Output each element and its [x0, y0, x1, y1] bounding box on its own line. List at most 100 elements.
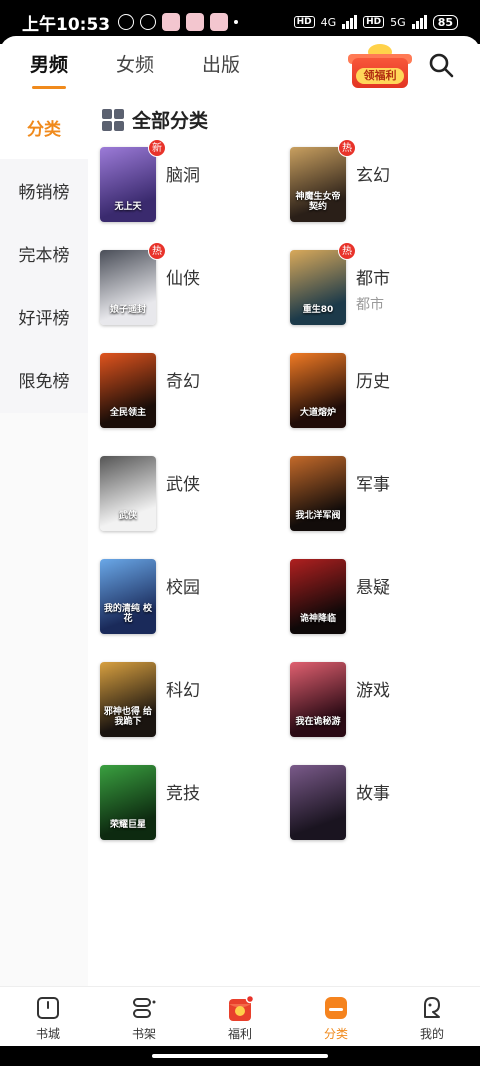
network-type-label: 5G [390, 15, 406, 29]
category-item[interactable]: 我在诡秘游 游戏 [290, 662, 470, 742]
nav-label: 福利 [227, 1027, 252, 1041]
tab-female[interactable]: 女频 [116, 50, 154, 77]
book-cover-image: 神魔生女帝 契约 [290, 147, 346, 222]
hd-icon: HD [363, 16, 385, 28]
nav-bookstore[interactable]: 书城 [0, 987, 96, 1046]
category-name: 校园 [166, 578, 200, 598]
status-time: 上午10:53 [22, 14, 111, 35]
category-item[interactable]: 我北洋军阀 军事 [290, 456, 470, 536]
status-right: HD 4G HD 5G 85 [293, 14, 458, 30]
category-name: 玄幻 [356, 166, 390, 186]
category-panel: 全部分类 无上天新脑洞 神魔生女帝 契约热玄幻 娘子遥封热仙侠 重生80 热都市 都市 全民… [88, 96, 480, 986]
sidebar-item-free[interactable]: 限免榜 [0, 348, 88, 411]
nav-welfare[interactable]: 福利 [192, 987, 288, 1046]
gift-envelope-icon [227, 994, 255, 1021]
battery-icon: 85 [432, 14, 458, 30]
nav-profile[interactable]: 我的 [384, 987, 480, 1046]
cover-title: 无上天 [114, 202, 142, 212]
category-name: 历史 [356, 372, 390, 392]
hd-icon: HD [293, 16, 315, 28]
screen: 上午10:53 HD 4G HD 5G 85 男频 女频 出版 领福利 分类 畅… [0, 0, 480, 1066]
category-badge: 热 [338, 139, 356, 157]
category-item[interactable]: 娘子遥封 热仙侠 [100, 242, 280, 330]
category-item[interactable]: 我的清纯 校花 校园 [100, 559, 280, 639]
category-item[interactable]: 故事 [290, 765, 470, 845]
category-item[interactable]: 诡神降临 悬疑 [290, 559, 470, 639]
cover-title: 重生80 [302, 305, 334, 315]
book-cover-image: 娘子遥封 [100, 250, 156, 325]
nav-label: 我的 [419, 1027, 444, 1041]
top-header: 男频 女频 出版 领福利 [0, 36, 480, 96]
category-item[interactable]: 荣耀巨星 竞技 [100, 765, 280, 845]
category-icon [323, 995, 349, 1021]
app-notification-icon [186, 13, 205, 31]
category-item[interactable]: 大道熔炉 历史 [290, 353, 470, 433]
app-notification-icon [162, 13, 181, 31]
tab-male[interactable]: 男频 [30, 50, 68, 89]
more-dot-icon [234, 20, 239, 24]
sidebar-item-category[interactable]: 分类 [0, 96, 88, 159]
bottom-nav: 书城 书架 福利 分类 我的 [0, 986, 480, 1046]
book-cover-image: 武侠 [100, 456, 156, 531]
sidebar-filler [0, 413, 88, 986]
category-name: 故事 [356, 784, 390, 804]
sidebar-item-bestseller[interactable]: 畅销榜 [0, 159, 88, 222]
nav-label: 分类 [323, 1027, 348, 1041]
cover-title: 我的清纯 校花 [103, 604, 153, 624]
channel-tabs: 男频 女频 出版 [30, 50, 240, 89]
profile-icon [419, 995, 445, 1021]
category-name: 脑洞 [166, 166, 200, 186]
mute-icon [118, 14, 135, 30]
tab-publish[interactable]: 出版 [202, 50, 240, 77]
category-badge: 新 [148, 139, 166, 157]
cover-title: 神魔生女帝 契约 [295, 192, 341, 212]
category-name: 都市 [356, 269, 390, 289]
book-cover-image: 我在诡秘游 [290, 662, 346, 737]
category-name: 奇幻 [166, 372, 200, 392]
cover-title: 诡神降临 [299, 614, 336, 624]
category-name: 游戏 [356, 681, 390, 701]
alarm-icon [140, 14, 157, 30]
cover-title: 我在诡秘游 [295, 717, 341, 727]
book-cover-image: 荣耀巨星 [100, 765, 156, 840]
category-item[interactable]: 神魔生女帝 契约 热玄幻 [290, 139, 470, 227]
network-type-label: 4G [320, 15, 337, 29]
sidebar-item-top-rated[interactable]: 好评榜 [0, 285, 88, 348]
cover-title: 邪神也得 给我跪下 [103, 707, 153, 727]
category-name: 仙侠 [166, 269, 200, 289]
signal-icon [411, 15, 427, 29]
category-name: 军事 [356, 475, 390, 495]
book-cover-image: 无上天 [100, 147, 156, 222]
book-cover-image: 大道熔炉 [290, 353, 346, 428]
category-item[interactable]: 武侠 武侠 [100, 456, 280, 536]
nav-bookshelf[interactable]: 书架 [96, 987, 192, 1046]
category-name: 悬疑 [356, 578, 390, 598]
ranking-sidebar: 分类 畅销榜 完本榜 好评榜 限免榜 [0, 96, 88, 986]
home-indicator[interactable] [152, 1054, 328, 1058]
grid-icon [102, 108, 124, 131]
sidebar-item-completed[interactable]: 完本榜 [0, 222, 88, 285]
category-item[interactable]: 全民领主 奇幻 [100, 353, 280, 433]
bookshelf-icon [131, 995, 157, 1021]
book-cover-image: 重生80 [290, 250, 346, 325]
category-item[interactable]: 无上天 新脑洞 [100, 139, 280, 227]
search-icon[interactable] [428, 52, 454, 78]
welfare-label: 领福利 [356, 68, 404, 84]
cover-title: 我北洋军阀 [295, 511, 341, 521]
nav-category[interactable]: 分类 [288, 987, 384, 1046]
book-cover-image: 诡神降临 [290, 559, 346, 634]
section-header: 全部分类 [102, 106, 208, 133]
category-item[interactable]: 邪神也得 给我跪下 科幻 [100, 662, 280, 742]
section-title: 全部分类 [132, 110, 209, 132]
welfare-promo-button[interactable]: 领福利 [346, 44, 414, 90]
book-cover-image: 我的清纯 校花 [100, 559, 156, 634]
book-cover-image: 我北洋军阀 [290, 456, 346, 531]
cover-title: 全民领主 [109, 408, 146, 418]
category-item[interactable]: 重生80 热都市 都市 [290, 242, 470, 330]
nav-label: 书城 [35, 1027, 60, 1041]
status-notification-icons [118, 13, 239, 31]
nav-label: 书架 [131, 1027, 156, 1041]
cover-title: 荣耀巨星 [109, 820, 146, 830]
book-cover-image [290, 765, 346, 840]
cover-title: 娘子遥封 [109, 305, 146, 315]
